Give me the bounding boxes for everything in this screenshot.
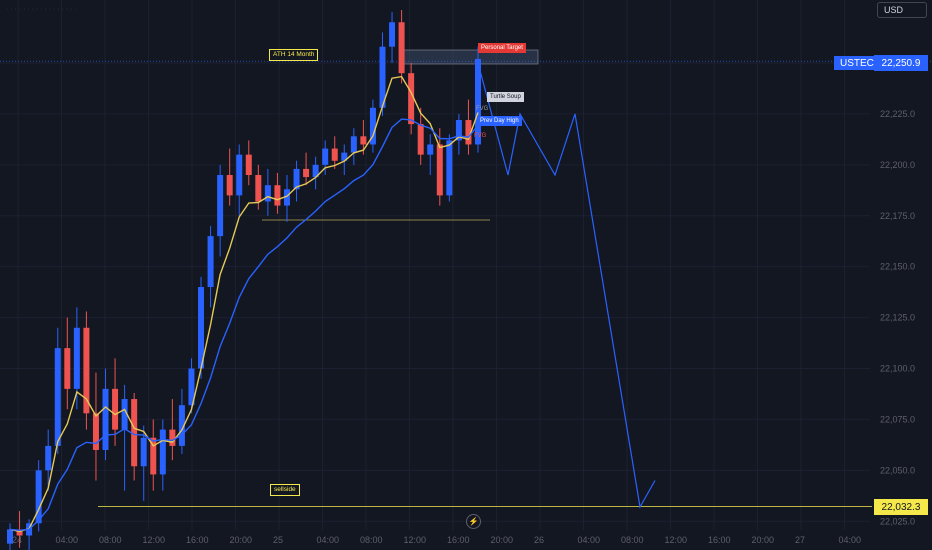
- candle-body: [350, 136, 357, 153]
- price-tick: 22,125.0: [880, 313, 915, 323]
- price-tick: 22,225.0: [880, 109, 915, 119]
- time-tick: 16:00: [708, 535, 731, 545]
- target-price-label: 22,032.3: [874, 499, 928, 515]
- time-tick: 04:00: [839, 535, 862, 545]
- candle-body: [255, 175, 262, 202]
- moving-averages: [9, 75, 479, 533]
- time-tick: 16:00: [186, 535, 209, 545]
- candle-body: [236, 154, 243, 196]
- candle-body: [54, 348, 61, 446]
- time-tick: 04:00: [56, 535, 79, 545]
- candle-body: [45, 445, 52, 471]
- price-tick: 22,150.0: [880, 262, 915, 272]
- price-tick: 22,050.0: [880, 465, 915, 475]
- ema-slow: [9, 118, 479, 532]
- candle-body: [226, 175, 233, 196]
- turtle-soup-label[interactable]: Turtle Soup: [487, 92, 524, 102]
- last-price-label: 22,250.9: [874, 55, 928, 71]
- price-tick: 22,175.0: [880, 211, 915, 221]
- ema-fast: [9, 75, 479, 533]
- candle-body: [217, 175, 224, 237]
- candle-body: [140, 437, 147, 467]
- candle-body: [64, 348, 71, 389]
- price-tick: 22,100.0: [880, 364, 915, 374]
- time-tick: 20:00: [491, 535, 514, 545]
- projected-path-line: [477, 62, 656, 509]
- candle-body: [446, 140, 453, 196]
- candle-body: [331, 148, 338, 161]
- fvg-lower-label[interactable]: FVG: [471, 131, 489, 141]
- time-tick: 26: [534, 535, 544, 545]
- time-tick: 08:00: [360, 535, 383, 545]
- candle-body: [169, 429, 176, 446]
- candle-body: [303, 168, 310, 178]
- time-tick: 20:00: [752, 535, 775, 545]
- time-tick: 24: [12, 535, 22, 545]
- key-levels: [0, 49, 932, 507]
- candle-body: [92, 413, 99, 450]
- time-tick: 08:00: [99, 535, 122, 545]
- sellside-label[interactable]: sellside: [270, 484, 300, 496]
- time-tick: 08:00: [621, 535, 644, 545]
- candle-body: [245, 154, 252, 176]
- candle-body: [73, 327, 80, 389]
- candle-body: [83, 327, 90, 414]
- candle-body: [35, 470, 42, 524]
- currency-button[interactable]: USD: [877, 2, 927, 18]
- candle-body: [159, 429, 166, 475]
- time-tick: 16:00: [447, 535, 470, 545]
- time-tick: 20:00: [230, 535, 253, 545]
- price-chart[interactable]: 22,025.0 22,050.0 22,075.0 22,100.0 22,125.0…: [0, 0, 932, 550]
- candle-body: [322, 148, 329, 165]
- time-tick: 25: [273, 535, 283, 545]
- time-tick: 12:00: [665, 535, 688, 545]
- personal-target-label[interactable]: Personal Target: [478, 43, 526, 53]
- ath-label[interactable]: ATH 14 Month: [269, 49, 319, 61]
- time-axis: 24 04:00 08:00 12:00 16:00 20:00 25 04:00 08:00 1…: [12, 535, 861, 545]
- candle-body: [436, 144, 443, 196]
- lightning-icon[interactable]: ⚡: [466, 514, 481, 529]
- time-tick: 04:00: [317, 535, 340, 545]
- time-tick: 12:00: [143, 535, 166, 545]
- candle-body: [360, 136, 367, 145]
- price-axis: 22,025.0 22,050.0 22,075.0 22,100.0 22,125.0…: [880, 58, 915, 526]
- grid: [0, 0, 870, 530]
- candle-body: [264, 185, 271, 202]
- candle-body: [112, 388, 119, 430]
- candle-body: [427, 144, 434, 155]
- candle-body: [417, 124, 424, 155]
- price-tick: 22,200.0: [880, 160, 915, 170]
- time-tick: 12:00: [404, 535, 427, 545]
- candle-body: [207, 236, 214, 288]
- price-tick: 22,075.0: [880, 414, 915, 424]
- candle-body: [398, 22, 405, 74]
- time-tick: 04:00: [578, 535, 601, 545]
- fvg-upper-label[interactable]: FVG: [473, 104, 491, 114]
- candle-body: [274, 185, 281, 206]
- candle-body: [102, 388, 109, 450]
- candle-body: [389, 22, 396, 47]
- prev-day-high-label[interactable]: Prev Day High: [477, 116, 522, 126]
- price-tick: 22,025.0: [880, 516, 915, 526]
- time-tick: 27: [795, 535, 805, 545]
- projected-path: [477, 62, 656, 509]
